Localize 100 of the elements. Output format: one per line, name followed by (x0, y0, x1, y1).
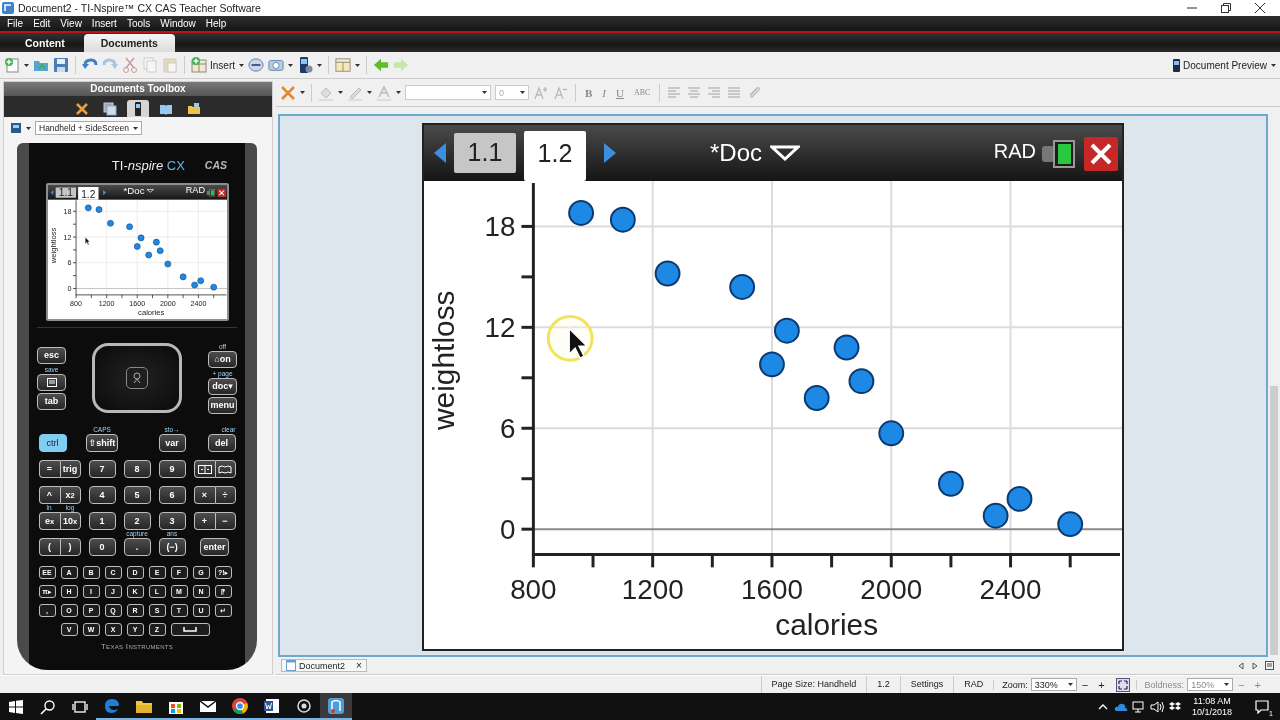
space-key[interactable] (170, 623, 210, 636)
scratchpad-key[interactable] (37, 373, 66, 391)
y-tick-label: 0 (500, 514, 516, 546)
calculator-key[interactable]: + (193, 512, 215, 530)
calculator-key[interactable]: (−) (158, 538, 186, 556)
scroll-right-icon[interactable] (1251, 661, 1259, 670)
calculator-key[interactable]: ÷ (214, 486, 236, 504)
network-icon[interactable] (1131, 700, 1146, 713)
document-w-icon (263, 696, 281, 715)
close-button[interactable] (1254, 1, 1266, 14)
calculator-key[interactable]: del (207, 434, 236, 452)
calculator-key[interactable]: 9 (158, 460, 186, 478)
calculator-key[interactable]: 2 (123, 512, 151, 530)
touchpad[interactable] (92, 343, 182, 413)
volume-icon[interactable] (1149, 700, 1164, 713)
x-axis-label: calories (137, 308, 164, 318)
data-point (179, 273, 186, 281)
calculator-key[interactable]: ⌂on (208, 350, 237, 368)
zoom-out-button[interactable]: − (1076, 678, 1094, 691)
save-icon[interactable] (53, 57, 69, 74)
oval-badge-icon[interactable] (248, 57, 264, 74)
camera-icon[interactable] (268, 57, 284, 74)
menu-item[interactable]: Edit (28, 17, 56, 29)
scroll-left-icon[interactable] (1237, 661, 1245, 670)
calculator-key[interactable]: enter (200, 538, 229, 556)
caret-icon (396, 91, 401, 95)
document-menu[interactable]: *Doc (123, 185, 154, 197)
menu-item[interactable]: Window (155, 17, 201, 29)
new-document-icon[interactable] (4, 57, 20, 74)
x-tick-label: 800 (510, 574, 557, 606)
document-tab[interactable]: Document2 × (281, 659, 367, 672)
calculator-key[interactable]: trig (59, 460, 81, 478)
left-arrow-icon[interactable] (50, 190, 54, 196)
data-point (609, 206, 636, 233)
calculator-key[interactable]: ctrl (38, 434, 67, 452)
layout-icon[interactable] (10, 122, 22, 134)
close-tab-button[interactable]: × (356, 660, 362, 671)
grid-key[interactable] (193, 460, 215, 478)
caret-icon (1067, 683, 1073, 686)
menu-item[interactable]: View (55, 17, 87, 29)
handheld-device-icon[interactable] (297, 57, 313, 74)
right-arrow-icon[interactable] (102, 190, 106, 196)
text-color-icon (376, 84, 392, 101)
fit-to-window-icon[interactable] (1115, 677, 1130, 692)
calculator-key[interactable]: . (123, 538, 151, 556)
calculator-key[interactable]: ^ (38, 486, 60, 504)
workspace-tab[interactable]: Documents (83, 34, 175, 53)
page-tab[interactable]: 1.1 (454, 132, 516, 173)
caret-icon (1224, 683, 1230, 686)
calculator-key[interactable]: var (158, 434, 186, 452)
calculator-key[interactable]: ) (59, 538, 81, 556)
menu-item[interactable]: Tools (121, 17, 156, 29)
zoom-in-button[interactable]: + (1093, 678, 1110, 691)
calculator-app-icon (327, 696, 345, 715)
data-point (848, 368, 875, 394)
menu-item[interactable]: Insert (86, 17, 122, 29)
calculator-key[interactable]: 4 (88, 486, 116, 504)
right-arrow-icon[interactable] (604, 142, 616, 163)
calculator-key[interactable]: 7 (88, 460, 116, 478)
book-key[interactable] (214, 460, 236, 478)
calculator-key[interactable]: × (193, 486, 215, 504)
calculator-key[interactable]: tab (37, 392, 66, 410)
calculator-key[interactable]: esc (37, 346, 66, 364)
document-preview-button[interactable]: Document Preview (1173, 58, 1267, 72)
page-tab[interactable]: 1.2 (77, 187, 98, 200)
document-menu[interactable]: *Doc (710, 138, 801, 167)
workspace-tab[interactable]: Content (8, 34, 82, 53)
close-button[interactable] (216, 188, 226, 198)
clipboard-icon (162, 57, 178, 74)
align-icon (686, 84, 703, 101)
zoom-dropdown[interactable]: 330% (1030, 678, 1077, 691)
menu-item[interactable]: Help (200, 17, 232, 29)
calculator-key[interactable]: − (214, 512, 236, 530)
calculator-key[interactable]: menu (208, 396, 237, 414)
calculator-key[interactable]: 3 (158, 512, 186, 530)
calculator-key[interactable]: doc▾ (208, 377, 237, 395)
calculator-key[interactable]: 0 (88, 538, 116, 556)
close-button[interactable] (1084, 136, 1118, 171)
caret-icon (520, 91, 525, 95)
pages-icon (103, 101, 117, 116)
calculator-key[interactable]: 5 (123, 486, 151, 504)
calculator-key[interactable]: 1 (88, 512, 116, 530)
calculator-key[interactable]: ( (38, 538, 60, 556)
left-arrow-icon[interactable] (434, 142, 446, 163)
menu-item[interactable]: File (2, 17, 29, 29)
box-icon[interactable] (1167, 700, 1182, 713)
page-list-icon[interactable] (1265, 661, 1274, 670)
page-tab[interactable]: 1.1 (55, 187, 76, 198)
insert-page-icon (191, 57, 207, 74)
calculator-key[interactable]: 6 (158, 486, 186, 504)
view-mode-dropdown[interactable]: Handheld + SideScreen (35, 121, 143, 135)
calculator-key[interactable]: 8 (123, 460, 151, 478)
calculator-key[interactable]: = (38, 460, 60, 478)
taskbar-button[interactable] (320, 693, 352, 720)
insert-button[interactable]: Insert (191, 57, 235, 74)
page-tab[interactable]: 1.2 (524, 130, 586, 181)
calculator-key[interactable]: ⇧shift (85, 434, 119, 452)
restore-button[interactable] (1220, 1, 1232, 14)
handheld-tab[interactable] (127, 100, 149, 117)
caret-icon (482, 91, 487, 95)
